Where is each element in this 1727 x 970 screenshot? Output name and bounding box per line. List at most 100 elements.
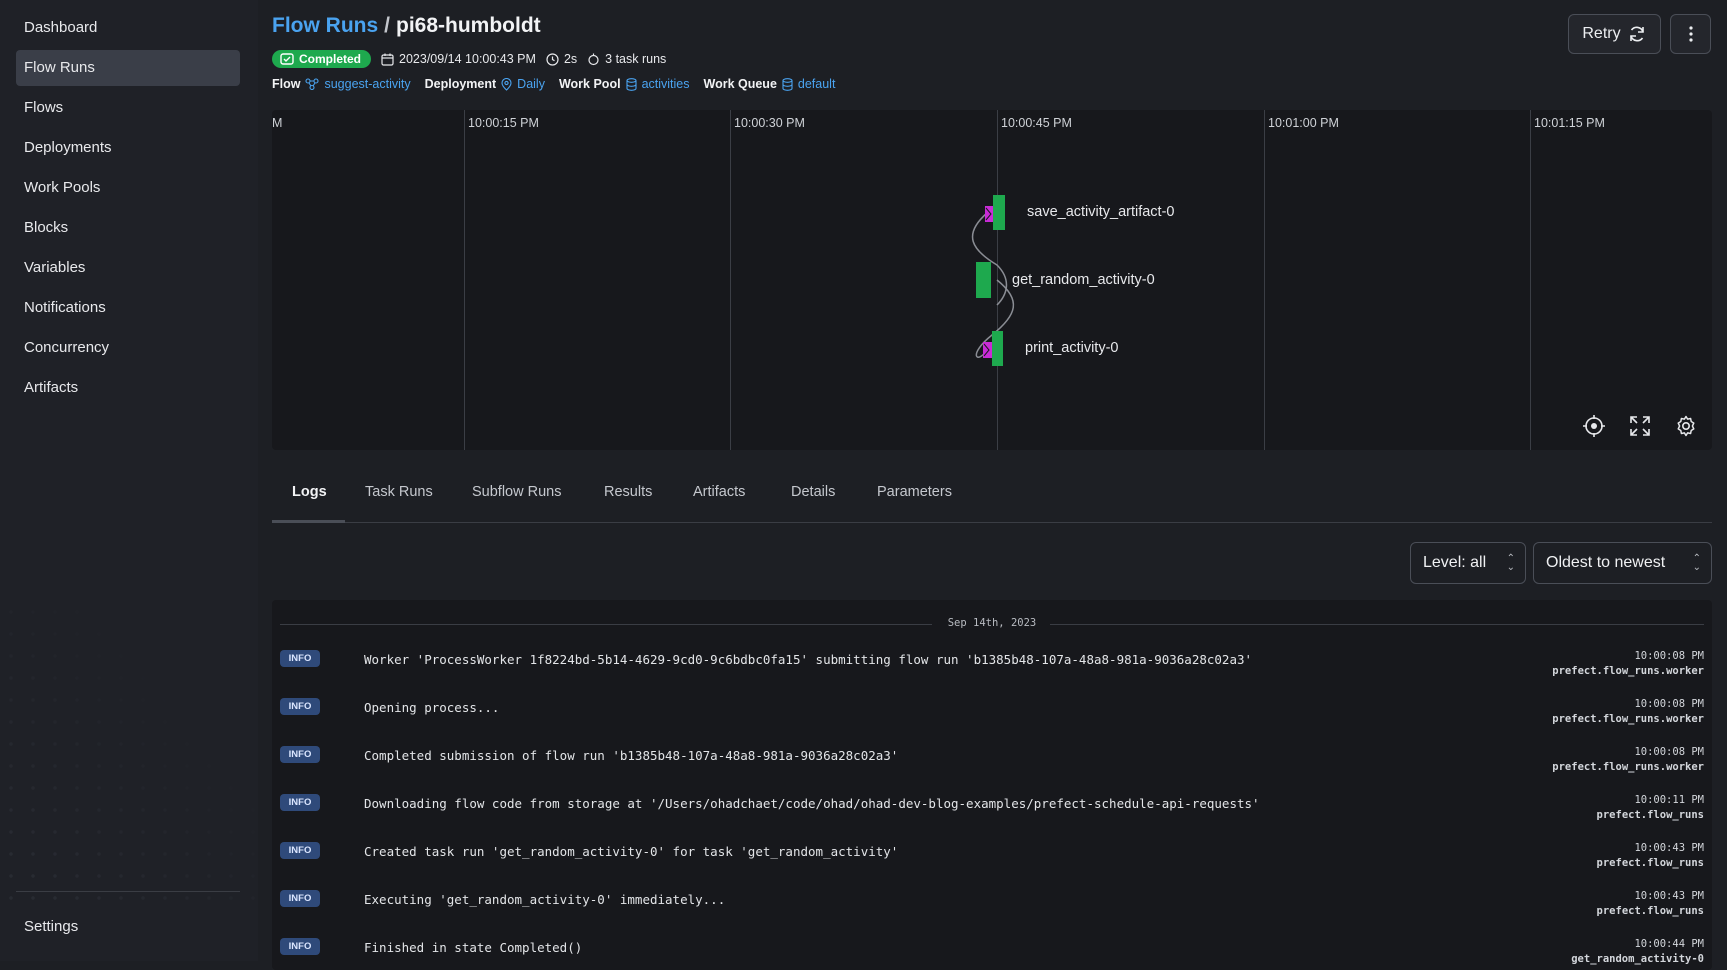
gear-icon	[1677, 415, 1695, 437]
retry-button[interactable]: Retry	[1568, 14, 1661, 54]
log-sort-value: Oldest to newest	[1546, 554, 1666, 571]
log-list[interactable]: Sep 14th, 2023 INFO Worker 'ProcessWorke…	[272, 600, 1712, 970]
status-badge: Completed	[272, 50, 372, 68]
tab-subflow-runs[interactable]: Subflow Runs	[472, 484, 561, 500]
task-node-label[interactable]: save_activity_artifact-0	[1027, 204, 1174, 220]
log-message: Opening process...	[364, 700, 500, 715]
sidebar-item-notifications[interactable]: Notifications	[16, 290, 240, 326]
sidebar-divider	[16, 891, 240, 892]
run-tabs: Logs Task Runs Subflow Runs Results Arti…	[272, 470, 1712, 523]
sidebar-item-concurrency[interactable]: Concurrency	[16, 330, 240, 366]
work-pool-link[interactable]: Work Pool activities	[559, 77, 690, 91]
task-node-save-activity-artifact[interactable]	[985, 195, 1005, 230]
log-row: INFO Finished in state Completed() 10:00…	[272, 938, 1712, 970]
work-queue-label: Work Queue	[703, 77, 777, 91]
log-source: prefect.flow_runs.worker	[1552, 665, 1704, 677]
queue-icon	[782, 77, 793, 91]
work-pool-label: Work Pool	[558, 77, 621, 91]
work-queue-value[interactable]: default	[798, 77, 836, 91]
log-timestamp: 10:00:43 PM	[1634, 842, 1704, 854]
tab-parameters[interactable]: Parameters	[877, 484, 952, 500]
log-timestamp: 10:00:43 PM	[1634, 890, 1704, 902]
log-level-badge: INFO	[280, 698, 320, 715]
flow-icon	[305, 78, 320, 90]
start-time-text: 2023/09/14 10:00:43 PM	[399, 52, 536, 66]
log-sort-select[interactable]: Oldest to newest ⌃ ⌄	[1533, 542, 1712, 584]
select-chevron-icon: ⌃ ⌄	[1506, 553, 1515, 573]
flow-label: Flow	[272, 77, 301, 91]
log-level-select[interactable]: Level: all ⌃ ⌄	[1410, 542, 1526, 584]
work-queue-link[interactable]: Work Queue default	[704, 77, 836, 91]
log-row: INFO Downloading flow code from storage …	[272, 794, 1712, 842]
log-date-separator: Sep 14th, 2023	[280, 617, 1704, 631]
log-level-badge: INFO	[280, 938, 320, 955]
sidebar-item-variables[interactable]: Variables	[16, 250, 240, 286]
sidebar-item-settings[interactable]: Settings	[16, 909, 240, 945]
expand-icon	[1630, 416, 1650, 436]
log-source: prefect.flow_runs.worker	[1552, 761, 1704, 773]
log-source: get_random_activity-0	[1571, 953, 1704, 965]
log-message: Worker 'ProcessWorker 1f8224bd-5b14-4629…	[364, 652, 1253, 667]
run-relations: Flow suggest-activity Deployment Daily W…	[272, 77, 835, 91]
log-message: Completed submission of flow run 'b1385b…	[364, 748, 899, 763]
start-time: 2023/09/14 10:00:43 PM	[381, 52, 536, 66]
tab-details[interactable]: Details	[791, 484, 835, 500]
deployment-label: Deployment	[424, 77, 497, 91]
tab-logs[interactable]: Logs	[292, 484, 327, 500]
duration: 2s	[546, 52, 577, 66]
sidebar-item-blocks[interactable]: Blocks	[16, 210, 240, 246]
sidebar-item-work-pools[interactable]: Work Pools	[16, 170, 240, 206]
sidebar-decoration	[0, 601, 258, 901]
task-runs-text: 3 task runs	[605, 52, 667, 66]
log-timestamp: 10:00:08 PM	[1634, 698, 1704, 710]
log-level-badge: INFO	[280, 650, 320, 667]
task-node-label[interactable]: get_random_activity-0	[1012, 272, 1155, 288]
sidebar-item-deployments[interactable]: Deployments	[16, 130, 240, 166]
sidebar-item-flows[interactable]: Flows	[16, 90, 240, 126]
kebab-menu-icon	[1688, 26, 1693, 42]
fullscreen-button[interactable]	[1627, 413, 1653, 439]
graph-settings-button[interactable]	[1673, 413, 1699, 439]
log-level-badge: INFO	[280, 794, 320, 811]
run-meta: Completed 2023/09/14 10:00:43 PM 2s 3 ta…	[272, 50, 666, 68]
select-chevron-icon: ⌃ ⌄	[1692, 553, 1701, 573]
log-level-badge: INFO	[280, 746, 320, 763]
log-row: INFO Executing 'get_random_activity-0' i…	[272, 890, 1712, 938]
log-level-value: Level: all	[1423, 554, 1487, 571]
task-run-icon	[588, 53, 599, 65]
flow-run-timeline[interactable]: M 10:00:15 PM 10:00:30 PM 10:00:45 PM 10…	[272, 110, 1712, 450]
duration-text: 2s	[563, 52, 578, 66]
task-node-label[interactable]: print_activity-0	[1025, 340, 1118, 356]
task-runs-count: 3 task runs	[587, 52, 666, 66]
more-actions-button[interactable]	[1670, 14, 1711, 54]
log-timestamp: 10:00:08 PM	[1634, 650, 1704, 662]
page-title: Flow Runs / pi68-humboldt	[272, 14, 541, 38]
task-graph	[971, 195, 1015, 366]
log-row: INFO Worker 'ProcessWorker 1f8224bd-5b14…	[272, 650, 1712, 698]
work-pool-value[interactable]: activities	[642, 77, 690, 91]
tab-artifacts[interactable]: Artifacts	[693, 484, 745, 500]
tab-task-runs[interactable]: Task Runs	[365, 484, 433, 500]
flow-link[interactable]: Flow suggest-activity	[272, 77, 411, 91]
log-message: Downloading flow code from storage at '/…	[364, 796, 1260, 811]
flow-value[interactable]: suggest-activity	[324, 77, 410, 91]
deployment-link[interactable]: Deployment Daily	[425, 77, 545, 91]
sidebar-item-dashboard[interactable]: Dashboard	[16, 10, 240, 46]
log-timestamp: 10:00:44 PM	[1634, 938, 1704, 950]
run-name: pi68-humboldt	[396, 14, 541, 37]
tab-results[interactable]: Results	[604, 484, 652, 500]
log-level-badge: INFO	[280, 890, 320, 907]
sidebar-item-artifacts[interactable]: Artifacts	[16, 370, 240, 406]
log-date: Sep 14th, 2023	[947, 617, 1037, 629]
log-timestamp: 10:00:11 PM	[1634, 794, 1704, 806]
recenter-button[interactable]	[1581, 413, 1607, 439]
deployment-value[interactable]: Daily	[517, 77, 545, 91]
refresh-icon	[1629, 26, 1644, 42]
task-node-get-random-activity[interactable]	[976, 262, 991, 298]
log-source: prefect.flow_runs	[1596, 809, 1704, 821]
sidebar-item-flow-runs[interactable]: Flow Runs	[16, 50, 240, 86]
breadcrumb-flow-runs[interactable]: Flow Runs	[272, 14, 378, 37]
location-pin-icon	[501, 77, 512, 91]
task-node-print-activity[interactable]	[983, 331, 1003, 366]
log-row: INFO Opening process... 10:00:08 PM pref…	[272, 698, 1712, 746]
